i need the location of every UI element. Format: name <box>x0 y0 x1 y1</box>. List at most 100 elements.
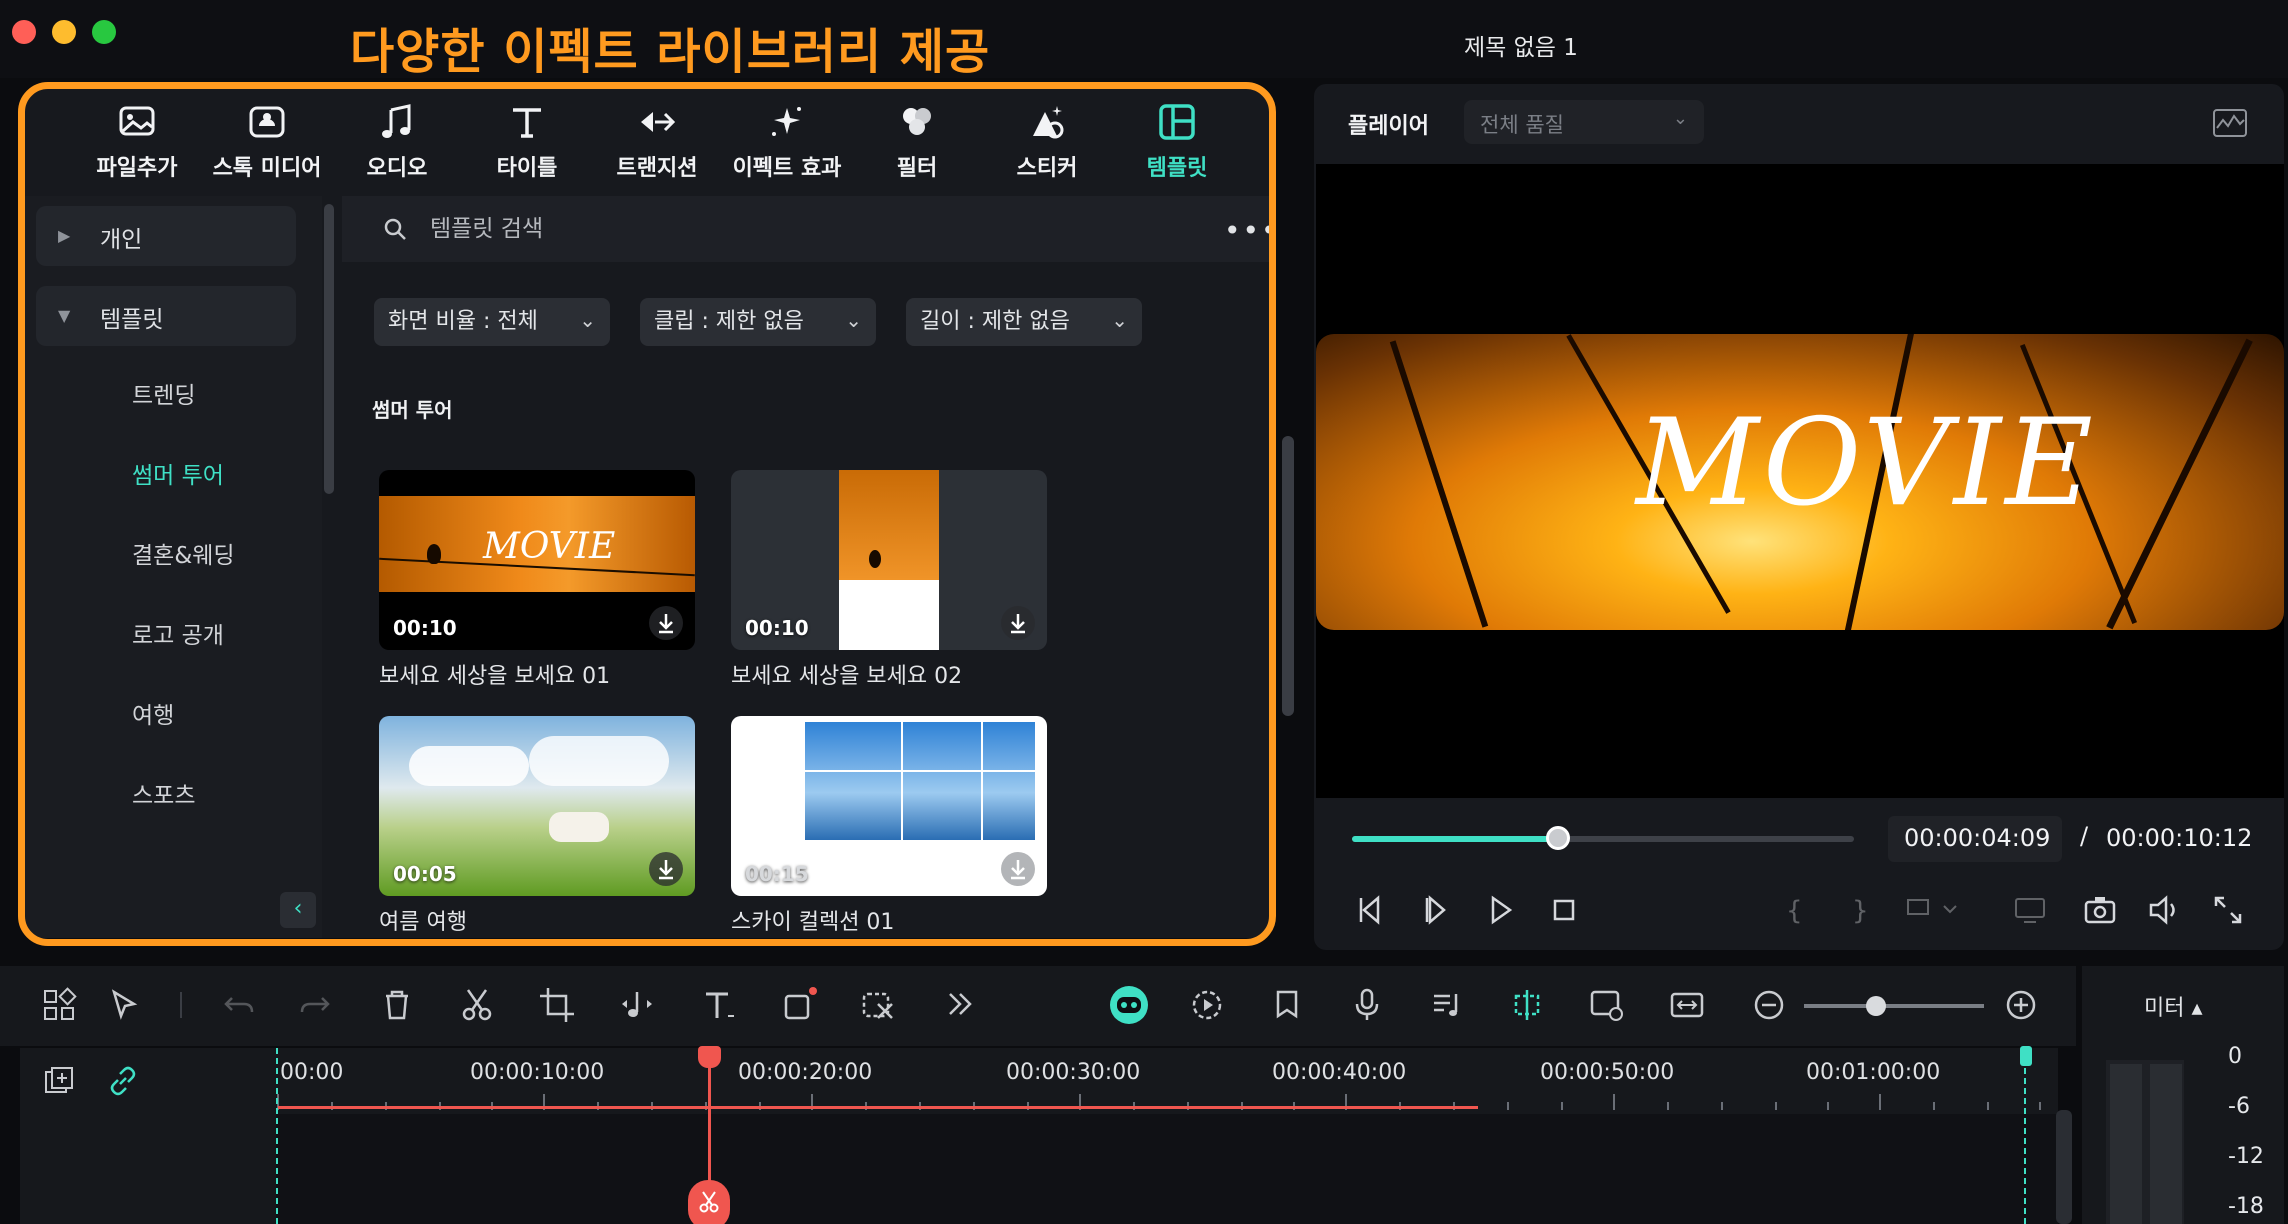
preview-track-icon[interactable] <box>1588 986 1626 1024</box>
library-tabs: 파일추가 스톡 미디어 오디오 타이틀 트랜지션 이펙트 효과 필터 스티커 템… <box>22 86 1272 196</box>
snap-magnet-icon[interactable] <box>1508 986 1546 1024</box>
next-frame-icon[interactable] <box>1418 892 1454 928</box>
audio-edit-icon[interactable] <box>618 986 656 1024</box>
mark-in-icon[interactable]: { <box>1776 892 1812 928</box>
tab-label: 타이틀 <box>496 156 558 181</box>
split-scissors-icon[interactable] <box>458 986 496 1024</box>
effects-sparkle-icon <box>772 107 801 136</box>
audio-mix-icon[interactable] <box>1428 986 1466 1024</box>
link-icon[interactable] <box>106 1064 140 1098</box>
sidebar-category-personal[interactable]: ▶ 개인 <box>36 206 296 266</box>
filter-icon <box>903 108 931 135</box>
end-marker-handle[interactable] <box>2020 1046 2032 1066</box>
volume-icon[interactable] <box>2146 892 2182 928</box>
tab-import-media[interactable]: 파일추가 <box>72 100 202 190</box>
duration-badge: 00:05 <box>393 862 457 886</box>
clip-filter[interactable]: 클립 : 제한 없음 ⌄ <box>640 298 876 346</box>
search-input[interactable] <box>430 212 1130 246</box>
sidebar-item-trending[interactable]: 트렌딩 <box>132 376 195 410</box>
insert-clip-icon[interactable] <box>1904 892 1960 928</box>
timeline-tracks[interactable] <box>276 1114 2058 1224</box>
mark-out-icon[interactable]: } <box>1842 892 1878 928</box>
fullscreen-icon[interactable] <box>2210 892 2246 928</box>
redo-icon[interactable] <box>296 986 334 1024</box>
sidebar-scrollbar[interactable] <box>324 204 334 494</box>
content-scrollbar[interactable] <box>1282 436 1294 716</box>
stop-icon[interactable] <box>1546 892 1582 928</box>
download-icon[interactable] <box>649 852 683 886</box>
select-pointer-icon[interactable] <box>106 986 144 1024</box>
tab-label: 오디오 <box>366 156 428 181</box>
playhead-handle[interactable] <box>698 1046 721 1068</box>
zoom-window-button[interactable] <box>92 20 116 44</box>
waveform-scope-icon[interactable] <box>2212 108 2248 138</box>
download-icon[interactable] <box>1001 852 1035 886</box>
scissors-icon <box>699 1191 719 1213</box>
ai-copilot-icon[interactable] <box>1108 984 1150 1026</box>
playhead-split-button[interactable] <box>688 1180 730 1224</box>
template-card[interactable]: 00:10 보세요 세상을 보세요 02 <box>731 470 1047 690</box>
ruler-time-label: 00:00:20:00 <box>738 1060 873 1085</box>
delete-trash-icon[interactable] <box>378 986 416 1024</box>
tab-filters[interactable]: 필터 <box>852 100 982 190</box>
undo-icon[interactable] <box>220 986 258 1024</box>
sidebar-item-travel[interactable]: 여행 <box>132 696 174 730</box>
sidebar-item-summer-tour[interactable]: 썸머 투어 <box>132 456 224 490</box>
quality-select[interactable]: 전체 품질 ⌄ <box>1464 100 1704 144</box>
zoom-out-icon[interactable] <box>1750 986 1788 1024</box>
tab-stock-media[interactable]: 스톡 미디어 <box>202 100 332 190</box>
tab-audio[interactable]: 오디오 <box>332 100 462 190</box>
playback-progress-handle[interactable] <box>1545 826 1570 850</box>
tab-titles[interactable]: 타이틀 <box>462 100 592 190</box>
template-card[interactable]: 00:05 여름 여행 <box>379 716 695 936</box>
collapse-sidebar-button[interactable]: ‹ <box>280 892 316 928</box>
stock-media-icon <box>249 106 285 138</box>
grass-silhouette <box>2106 338 2253 630</box>
text-tool-icon[interactable] <box>700 986 738 1024</box>
timeline-scrollbar[interactable] <box>2056 1110 2072 1224</box>
sidebar-item-wedding[interactable]: 결혼&웨딩 <box>132 536 235 570</box>
more-options-icon[interactable]: ••• <box>1224 214 1272 247</box>
download-icon[interactable] <box>649 606 683 640</box>
aspect-ratio-filter[interactable]: 화면 비율 : 전체 ⌄ <box>374 298 610 346</box>
snapshot-camera-icon[interactable] <box>2082 892 2118 928</box>
tab-transitions[interactable]: 트랜지션 <box>592 100 722 190</box>
sidebar-category-label: 템플릿 <box>100 307 164 333</box>
zoom-slider-handle[interactable] <box>1866 996 1886 1016</box>
more-tools-icon[interactable] <box>940 986 978 1024</box>
length-filter[interactable]: 길이 : 제한 없음 ⌄ <box>906 298 1142 346</box>
marker-icon[interactable] <box>1268 986 1306 1024</box>
tab-templates[interactable]: 템플릿 <box>1112 100 1242 190</box>
zoom-slider-track[interactable] <box>1804 1004 1984 1008</box>
fit-timeline-icon[interactable] <box>1668 986 1706 1024</box>
shape-mask-icon[interactable] <box>780 986 818 1024</box>
grid-line <box>901 722 903 840</box>
download-icon[interactable] <box>1001 606 1035 640</box>
play-icon[interactable] <box>1482 892 1518 928</box>
layout-grid-icon[interactable] <box>40 986 78 1024</box>
crop-icon[interactable] <box>538 986 576 1024</box>
cloud-shape <box>409 746 529 786</box>
sidebar-item-logo-reveal[interactable]: 로고 공개 <box>132 616 224 650</box>
prev-frame-icon[interactable] <box>1352 892 1388 928</box>
ai-remove-icon[interactable] <box>860 986 898 1024</box>
current-time: 00:00:04:09 <box>1904 824 2051 852</box>
voiceover-mic-icon[interactable] <box>1348 986 1386 1024</box>
auto-render-icon[interactable] <box>1188 986 1226 1024</box>
template-card[interactable]: 00:15 스카이 컬렉션 01 <box>731 716 1047 936</box>
sidebar-category-templates[interactable]: ▼ 템플릿 <box>36 286 296 346</box>
tab-effects[interactable]: 이펙트 효과 <box>722 100 852 190</box>
meter-tick: -12 <box>2228 1144 2264 1169</box>
zoom-in-icon[interactable] <box>2002 986 2040 1024</box>
template-card[interactable]: MOVIE 00:10 보세요 세상을 보세요 01 <box>379 470 695 690</box>
add-track-icon[interactable] <box>42 1064 76 1098</box>
display-settings-icon[interactable] <box>2012 892 2048 928</box>
tab-stickers[interactable]: 스티커 <box>982 100 1112 190</box>
minimize-window-button[interactable] <box>52 20 76 44</box>
close-window-button[interactable] <box>12 20 36 44</box>
sidebar-item-sports[interactable]: 스포츠 <box>132 776 195 810</box>
audio-note-icon <box>382 104 411 138</box>
meter-toggle[interactable]: 미터 ▴ <box>2144 990 2203 1022</box>
title-bar <box>0 0 2288 78</box>
template-title: 보세요 세상을 보세요 01 <box>379 664 611 689</box>
